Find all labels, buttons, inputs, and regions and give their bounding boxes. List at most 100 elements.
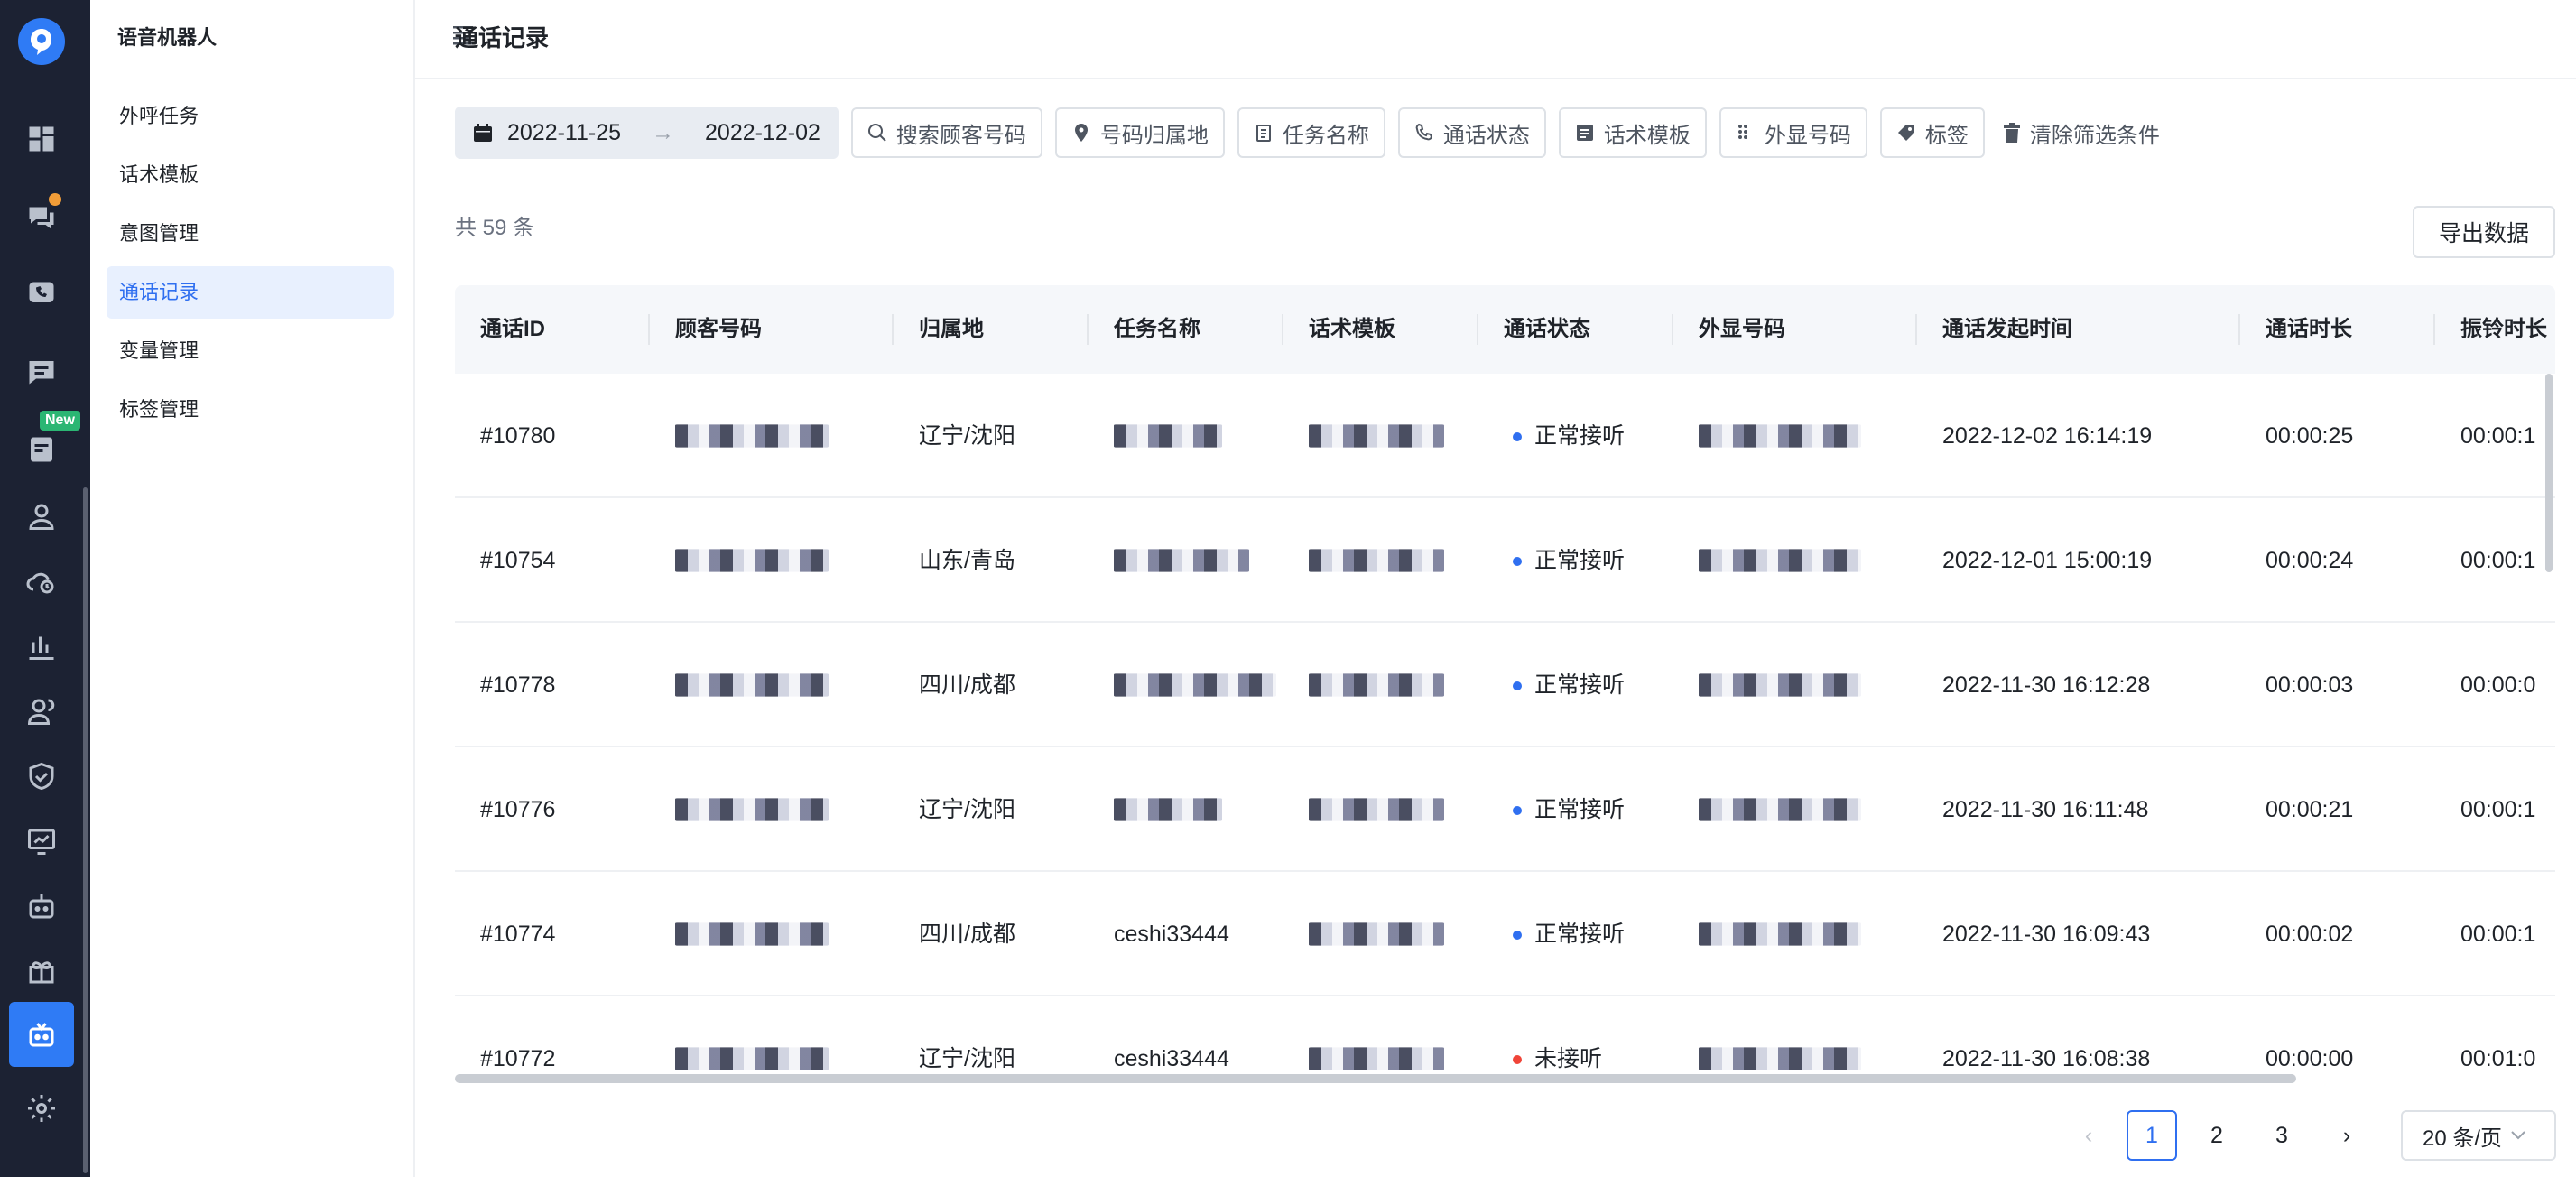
table-row[interactable]: #10780 辽宁/沈阳 正常接听 2022-12-02 16:14:19 00:00:… (455, 374, 2555, 498)
status-dot (1513, 806, 1522, 816)
tag-icon (1897, 125, 1914, 141)
sidebar-item-call-records[interactable]: 通话记录 (107, 266, 394, 319)
user-icon[interactable] (20, 495, 63, 538)
column-separator (2238, 314, 2240, 345)
filter-tag[interactable]: 标签 (1879, 107, 1985, 158)
cell-task-name: ceshi33444 (1114, 922, 1229, 947)
sidebar-item-intent-management[interactable]: 意图管理 (107, 208, 394, 260)
rail-scrollbar[interactable] (83, 487, 88, 1173)
column-header-script-template[interactable]: 话术模板 (1309, 285, 1395, 374)
column-header-call-duration[interactable]: 通话时长 (2266, 285, 2352, 374)
settings-gear-icon[interactable] (20, 1087, 63, 1130)
cell-location: 辽宁/沈阳 (919, 423, 1015, 449)
phone-chat-icon[interactable] (20, 273, 63, 316)
status-dot (1513, 681, 1522, 691)
table-row[interactable]: #10772 辽宁/沈阳 ceshi33444 未接听 2022-11-30 16:08… (455, 996, 2555, 1076)
table-row[interactable]: #10778 四川/成都 正常接听 2022-11-30 16:12:28 00:00:… (455, 623, 2555, 747)
horizontal-scrollbar[interactable] (455, 1074, 2296, 1083)
status-dot (1513, 432, 1522, 442)
page-button-2[interactable]: 2 (2191, 1110, 2242, 1161)
date-start[interactable]: 2022-11-25 (507, 120, 621, 146)
shield-icon[interactable] (20, 755, 63, 798)
team-icon[interactable] (20, 690, 63, 733)
redacted-block (1309, 549, 1444, 572)
filter-number-location[interactable]: 号码归属地 (1054, 107, 1225, 158)
column-header-display-number[interactable]: 外显号码 (1699, 285, 1785, 374)
redacted-block (1309, 673, 1444, 697)
chevron-down-icon (2511, 1131, 2525, 1140)
filter-task-name[interactable]: 任务名称 (1237, 107, 1385, 158)
cell-call-duration: 00:00:00 (2266, 1046, 2354, 1071)
cell-call-start-time: 2022-11-30 16:09:43 (1942, 922, 2151, 947)
chip-label: 任务名称 (1282, 123, 1369, 148)
gift-box-icon[interactable] (20, 950, 63, 993)
cell-call-status: 正常接听 (1513, 872, 1625, 996)
chip-label: 号码归属地 (1099, 123, 1209, 148)
cell-ring-duration: 00:01:0 (2460, 1046, 2536, 1071)
page-size-select[interactable]: 20 条/页 (2401, 1110, 2556, 1161)
column-separator (2433, 314, 2435, 345)
robot-icon[interactable] (20, 885, 63, 928)
column-separator (1672, 314, 1673, 345)
cell-ring-duration: 00:00:1 (2460, 922, 2536, 947)
column-header-call-id[interactable]: 通话ID (480, 285, 545, 374)
column-header-call-status[interactable]: 通话状态 (1504, 285, 1590, 374)
column-separator (1282, 314, 1283, 345)
sidebar-item-tag-management[interactable]: 标签管理 (107, 384, 394, 436)
redacted-block (1699, 424, 1861, 448)
cell-ring-duration: 00:00:1 (2460, 548, 2536, 573)
filter-search-customer-number[interactable]: 搜索顾客号码 (850, 107, 1042, 158)
voice-robot-icon[interactable] (9, 1002, 74, 1067)
export-data-button[interactable]: 导出数据 (2413, 206, 2555, 258)
next-page-button[interactable]: › (2321, 1110, 2372, 1161)
template-icon (1576, 125, 1593, 141)
page-size-value: 20 条/页 (2423, 1126, 2503, 1151)
sidebar-item-script-templates[interactable]: 话术模板 (107, 149, 394, 201)
page-title: 通话记录 (455, 24, 550, 51)
column-header-task-name[interactable]: 任务名称 (1114, 285, 1200, 374)
cell-call-status: 正常接听 (1513, 374, 1625, 498)
cell-call-id: #10776 (480, 797, 556, 822)
redacted-block (1699, 673, 1861, 697)
table-row[interactable]: #10776 辽宁/沈阳 正常接听 2022-11-30 16:11:48 00:00:… (455, 747, 2555, 872)
notification-badge (47, 191, 63, 208)
cell-call-id: #10774 (480, 922, 556, 947)
redacted-block (1114, 673, 1276, 697)
status-text: 未接听 (1534, 1046, 1603, 1071)
redacted-block (675, 798, 829, 821)
cell-ring-duration: 00:00:1 (2460, 423, 2536, 449)
column-header-location[interactable]: 归属地 (919, 285, 984, 374)
date-range-picker[interactable]: 2022-11-25 → 2022-12-02 (455, 107, 839, 159)
column-header-call-start-time[interactable]: 通话发起时间 (1942, 285, 2072, 374)
notes-icon[interactable] (20, 428, 63, 471)
filter-call-status[interactable]: 通话状态 (1397, 107, 1546, 158)
bar-chart-icon[interactable] (20, 625, 63, 668)
cloud-clock-icon[interactable] (20, 560, 63, 603)
filter-script-template[interactable]: 话术模板 (1558, 107, 1707, 158)
page-button-1[interactable]: 1 (2127, 1110, 2177, 1161)
dashboard-icon[interactable] (20, 117, 63, 161)
cell-call-duration: 00:00:03 (2266, 672, 2354, 698)
redacted-block (675, 424, 829, 448)
page-button-3[interactable]: 3 (2256, 1110, 2307, 1161)
clear-filters-button[interactable]: 清除筛选条件 (1997, 107, 2165, 158)
filter-display-number[interactable]: 外显号码 (1719, 107, 1867, 158)
prev-page-button[interactable]: ‹ (2063, 1110, 2114, 1161)
cell-location: 辽宁/沈阳 (919, 1046, 1015, 1071)
vertical-scrollbar[interactable] (2545, 374, 2553, 572)
table-row[interactable]: #10774 四川/成都 ceshi33444 正常接听 2022-11-30 16:0… (455, 872, 2555, 996)
monitor-chart-icon[interactable] (20, 820, 63, 863)
column-header-customer-number[interactable]: 顾客号码 (675, 285, 762, 374)
redacted-block (1699, 798, 1861, 821)
app-logo-icon[interactable] (18, 18, 65, 65)
message-icon[interactable] (20, 350, 63, 394)
column-separator (648, 314, 650, 345)
main-content: 通话记录 2022-11-25 → 2022-12-02 搜索顾客号码 号码归属… (415, 0, 2576, 1177)
location-pin-icon (1074, 124, 1088, 142)
table-row[interactable]: #10754 山东/青岛 正常接听 2022-12-01 15:00:19 00:00:… (455, 498, 2555, 623)
sidebar-item-outbound-tasks[interactable]: 外呼任务 (107, 90, 394, 143)
column-header-ring-duration[interactable]: 振铃时长 (2460, 285, 2547, 374)
sidebar-item-variable-management[interactable]: 变量管理 (107, 325, 394, 377)
date-end[interactable]: 2022-12-02 (705, 120, 820, 146)
redacted-block (675, 922, 829, 946)
